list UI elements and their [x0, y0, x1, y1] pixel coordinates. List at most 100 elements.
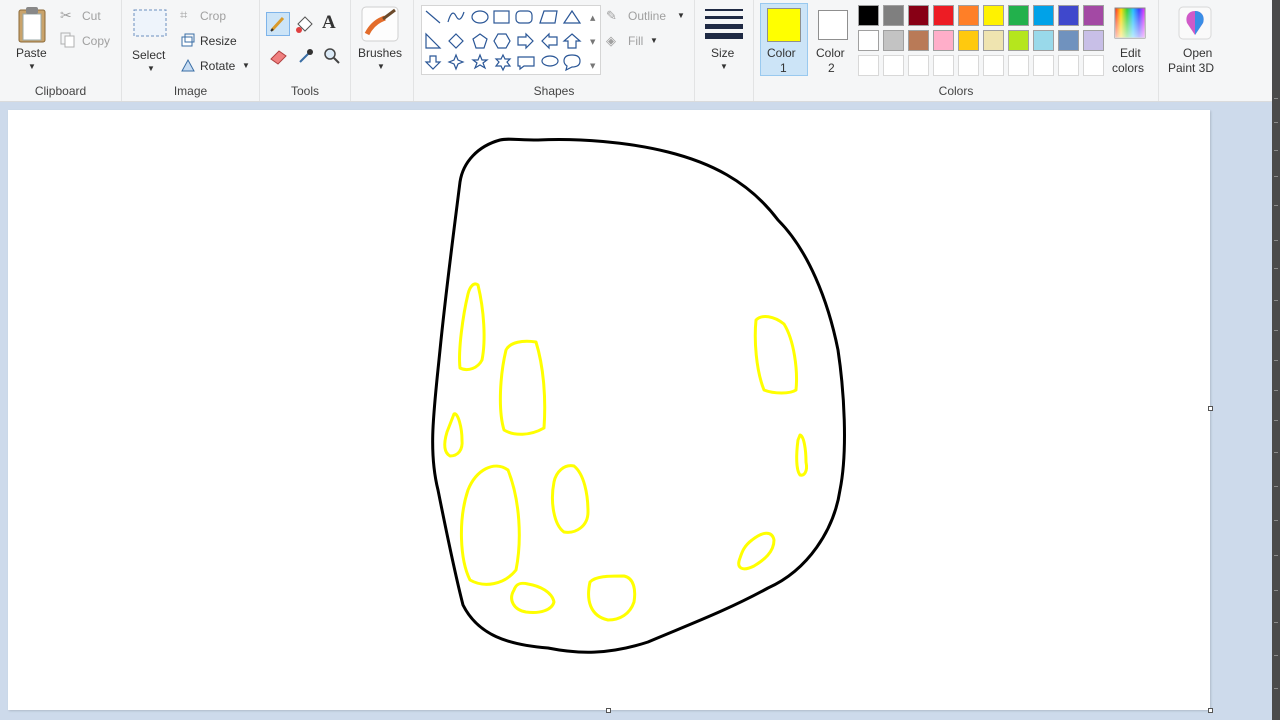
chevron-down-icon: ▼	[242, 61, 250, 70]
palette-swatch[interactable]	[1058, 5, 1079, 26]
cut-button[interactable]: ✂ Cut	[60, 7, 101, 24]
palette-swatch-empty[interactable]	[858, 55, 879, 76]
brushes-group: Brushes ▼	[351, 0, 414, 101]
outline-label: Outline	[628, 9, 667, 23]
svg-text:▲: ▲	[590, 14, 596, 22]
paste-label: Paste	[16, 46, 47, 60]
resize-handle-corner[interactable]	[1208, 708, 1213, 713]
drawing-surface	[431, 137, 846, 654]
palette-swatch-empty[interactable]	[958, 55, 979, 76]
size-label: Size	[711, 46, 735, 60]
eraser-icon	[270, 50, 287, 65]
resize-button[interactable]: Resize	[180, 32, 237, 51]
line-size-icon	[705, 9, 743, 39]
fill-tool[interactable]	[294, 14, 316, 39]
palette-swatch[interactable]	[1058, 30, 1079, 51]
palette-swatch[interactable]	[933, 30, 954, 51]
palette-swatch[interactable]	[858, 30, 879, 51]
scrollbar-tick	[1274, 330, 1278, 331]
color-picker-tool[interactable]	[296, 46, 316, 69]
image-group: Select ▼ ⌗ Crop Resize Rotate ▼ Image	[122, 0, 260, 101]
clipboard-icon	[18, 7, 46, 43]
cut-label: Cut	[82, 9, 101, 23]
spot-stroke	[458, 282, 486, 372]
open-paint3d-button[interactable]: Open Paint 3D	[1165, 6, 1225, 76]
palette-swatch[interactable]	[883, 30, 904, 51]
palette-swatch[interactable]	[933, 5, 954, 26]
edit-colors-button[interactable]: Edit colors	[1108, 6, 1152, 76]
palette-swatch[interactable]	[858, 5, 879, 26]
palette-swatch[interactable]	[983, 30, 1004, 51]
select-label: Select	[132, 48, 166, 62]
scissors-icon: ✂	[60, 7, 72, 23]
crop-label: Crop	[200, 9, 227, 23]
brushes-button[interactable]: Brushes ▼	[358, 4, 407, 76]
edit-colors-label-1: Edit	[1120, 46, 1141, 60]
palette-swatch-empty[interactable]	[1083, 55, 1104, 76]
text-icon: A	[322, 12, 336, 33]
potato-outline-stroke	[431, 137, 846, 654]
palette-swatch-empty[interactable]	[1058, 55, 1079, 76]
palette-swatch[interactable]	[1083, 5, 1104, 26]
rotate-button[interactable]: Rotate ▼	[180, 57, 250, 76]
color1-swatch	[767, 8, 801, 42]
palette-swatch[interactable]	[1008, 30, 1029, 51]
palette-swatch[interactable]	[908, 5, 929, 26]
magnifier-tool[interactable]	[322, 46, 342, 69]
palette-swatch-empty[interactable]	[883, 55, 904, 76]
resize-handle-right[interactable]	[1208, 406, 1213, 411]
resize-handle-bottom[interactable]	[606, 708, 611, 713]
text-tool[interactable]: A	[322, 12, 336, 34]
chevron-down-icon: ▼	[650, 36, 658, 45]
spot-stroke	[587, 574, 637, 622]
colors-group: Color 1 Color 2 Edit colors Colors	[754, 0, 1159, 101]
edit-colors-label-2: colors	[1112, 61, 1145, 75]
paint3d-icon	[1178, 6, 1212, 40]
fill-button[interactable]: ◈ Fill ▼	[606, 33, 658, 49]
copy-button[interactable]: Copy	[60, 32, 110, 51]
scrollbar-tick	[1274, 122, 1278, 123]
svg-text:▼: ▼	[590, 38, 596, 46]
outline-button[interactable]: ✎ Outline ▼	[606, 8, 685, 24]
shapes-gallery-icons: ▲ ▼ ▼	[424, 9, 596, 72]
svg-text:▼: ▼	[590, 62, 596, 70]
image-group-label: Image	[173, 84, 208, 98]
size-group: Size ▼	[695, 0, 754, 101]
fill-label: Fill	[628, 34, 644, 48]
ribbon: Paste ▼ ✂ Cut Copy Clipboard Select ▼ ⌗ …	[0, 0, 1272, 102]
palette-swatch[interactable]	[958, 30, 979, 51]
paste-button[interactable]: Paste ▼	[10, 4, 54, 74]
palette-swatch-empty[interactable]	[1033, 55, 1054, 76]
eraser-tool[interactable]	[268, 46, 290, 69]
palette-swatch[interactable]	[883, 5, 904, 26]
palette-swatch-empty[interactable]	[1008, 55, 1029, 76]
pencil-tool[interactable]	[266, 12, 290, 36]
palette-swatch[interactable]	[908, 30, 929, 51]
palette-swatch-empty[interactable]	[908, 55, 929, 76]
color2-button[interactable]: Color 2	[814, 6, 858, 76]
palette-swatch[interactable]	[958, 5, 979, 26]
vertical-scrollbar[interactable]	[1272, 0, 1280, 720]
select-icon	[133, 9, 167, 37]
select-button[interactable]: Select ▼	[130, 6, 170, 74]
scrollbar-tick	[1274, 205, 1278, 206]
magnifier-icon	[324, 48, 340, 64]
shapes-gallery[interactable]: ▲ ▼ ▼	[421, 5, 601, 75]
chevron-down-icon: ▼	[377, 62, 385, 71]
palette-swatch[interactable]	[1008, 5, 1029, 26]
crop-button[interactable]: ⌗ Crop	[180, 7, 226, 23]
size-button[interactable]: Size ▼	[703, 6, 745, 76]
clipboard-group-label: Clipboard	[34, 84, 87, 98]
color1-button[interactable]: Color 1	[760, 3, 808, 76]
palette-swatch[interactable]	[1033, 5, 1054, 26]
palette-swatch[interactable]	[983, 5, 1004, 26]
palette-swatch[interactable]	[1033, 30, 1054, 51]
palette-swatch-empty[interactable]	[983, 55, 1004, 76]
palette-swatch[interactable]	[1083, 30, 1104, 51]
canvas-workspace	[0, 102, 1272, 720]
palette-swatch-empty[interactable]	[933, 55, 954, 76]
paint-bucket-icon	[296, 16, 313, 33]
color2-label: Color	[816, 46, 845, 60]
rotate-icon	[181, 58, 195, 72]
drawing-canvas[interactable]	[8, 110, 1210, 710]
